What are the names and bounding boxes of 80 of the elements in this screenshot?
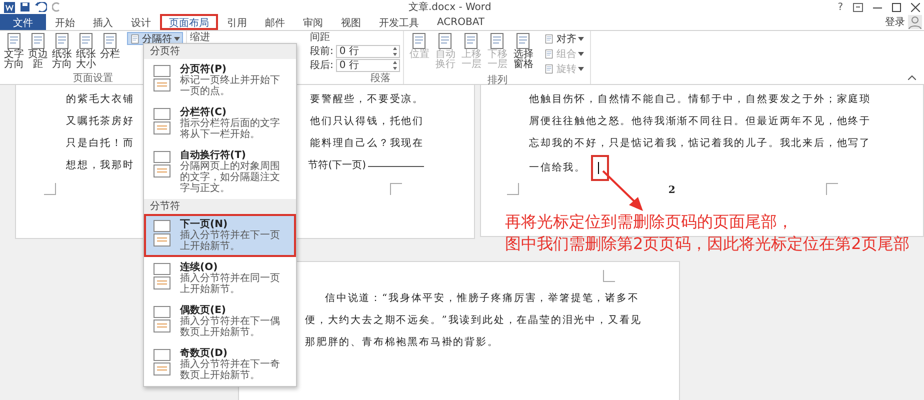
sign-in-link[interactable]: 登录 — [885, 15, 905, 29]
body-text: 能料理自己么？我现在 — [310, 136, 424, 151]
body-text: 他触目伤怀，自然情不能自己。情郁于中，自然要发之于外；家庭琐 — [529, 94, 871, 105]
ribbon-tab[interactable]: 文件 — [0, 14, 46, 30]
page-icon — [544, 48, 554, 58]
close-icon[interactable] — [911, 2, 920, 12]
pointer-arrow — [600, 169, 645, 213]
body-text: 那肥胖的、青布棉袍黑布马褂的背影。 — [305, 337, 499, 348]
ribbon-tab[interactable]: 页面布局 — [160, 14, 218, 30]
section-break-label: 节符(下一页) — [308, 158, 366, 173]
corner-mark — [603, 270, 615, 282]
menu-item[interactable]: 奇数页(D) 插入分节符并在下一奇数页上开始新节。 — [144, 343, 296, 386]
menu-item[interactable]: 分栏符(C) 指示分栏符后面的文字将从下一栏开始。 — [144, 102, 296, 145]
ribbon-tab[interactable]: 视图 — [332, 14, 370, 30]
menu-item[interactable]: 下一页(N) 插入分节符并在下一页上开始新节。 — [144, 214, 296, 257]
menu-section-header: 分页符 — [144, 44, 296, 59]
spacing-field[interactable]: 0 行 — [336, 59, 400, 72]
ribbon-button[interactable]: 分栏 — [99, 32, 121, 73]
ribbon-tab[interactable]: 开始 — [46, 14, 84, 30]
menu-item[interactable]: 偶数页(E) 插入分节符并在下一偶数页上开始新节。 — [144, 300, 296, 343]
ribbon-display-icon[interactable] — [853, 2, 863, 12]
ribbon-tab[interactable]: 邮件 — [256, 14, 294, 30]
ribbon-tab[interactable]: 插入 — [84, 14, 122, 30]
body-text: 又嘱托茶房好 — [66, 114, 134, 129]
caret-icon — [578, 52, 584, 56]
group-label: 段落 — [370, 73, 390, 84]
body-text: 忘却我的不好，只是惦记着我，惦记着我的儿子。我北来后，他写了 — [529, 138, 871, 149]
group-label: 排列 — [486, 75, 508, 86]
indent-label: 缩进 — [190, 32, 211, 44]
ribbon-tab[interactable]: 审阅 — [294, 14, 332, 30]
corner-mark — [44, 183, 56, 195]
body-text: 一信给我。 — [529, 162, 586, 174]
menu-item[interactable]: 连续(O) 插入分节符并在同一页上开始新节。 — [144, 257, 296, 300]
spinner-icon[interactable] — [393, 61, 398, 70]
body-text: 屑便往往触他之怒。他待我渐渐不同往日。但最近两年不见，他终于 — [529, 116, 871, 127]
annotation-text: 图中我们需删除第2页页码，因此将光标定位在第2页尾部 — [505, 233, 910, 255]
page-icon — [544, 34, 554, 44]
page-number: 2 — [668, 185, 677, 196]
ribbon-button[interactable]: 选择窗格 — [511, 32, 536, 75]
body-text: 信中说道：“我身体平安，惟膀子疼痛厉害，举箸提笔，诸多不 — [325, 293, 640, 304]
word-logo-icon[interactable] — [4, 2, 15, 12]
collapse-icon[interactable] — [908, 75, 916, 80]
ribbon-tab[interactable]: 开发工具 — [370, 14, 428, 30]
page-icon — [130, 34, 140, 44]
corner-mark — [507, 183, 519, 195]
caret-icon — [578, 36, 584, 40]
maximize-icon[interactable] — [892, 2, 901, 12]
spinner-icon[interactable] — [393, 47, 398, 56]
save-icon[interactable] — [20, 2, 30, 12]
spacing-label: 间距 — [310, 32, 331, 44]
group-label: 页面设置 — [72, 73, 114, 84]
body-text: 便，大约大去之期不远矣。”我读到此处，在晶莹的泪光中，又看见 — [305, 315, 642, 326]
annotation-text: 再将光标定位到需删除页码的页面尾部， — [505, 211, 794, 233]
menu-item[interactable]: 分页符(P) 标记一页终止并开始下一页的点。 — [144, 59, 296, 102]
ribbon-button[interactable]: 对齐 — [541, 32, 588, 45]
caret-icon — [174, 36, 180, 40]
caret-icon — [578, 66, 584, 70]
ribbon-tab[interactable]: 设计 — [122, 14, 160, 30]
ribbon-tab[interactable]: 引用 — [218, 14, 256, 30]
body-text: 要警醒些，不要受凉。 — [310, 92, 424, 107]
window-title: 文章.docx - Word — [407, 0, 492, 14]
ribbon-button[interactable]: 纸张大小 — [75, 32, 97, 73]
menu-item[interactable]: 自动换行符(T) 分隔网页上的对象周围的文字，如分隔题注文字与正文。 — [144, 145, 296, 199]
body-text: 只是白托！而 — [66, 136, 134, 151]
field-label: 段前: — [310, 46, 334, 57]
page-icon — [544, 64, 554, 74]
body-text: 的紫毛大衣铺 — [66, 92, 134, 107]
field-label: 段后: — [310, 60, 334, 71]
body-text: 想想，我那时 — [66, 158, 134, 173]
corner-mark — [826, 183, 838, 195]
undo-icon[interactable] — [35, 2, 47, 12]
ribbon-button[interactable]: 纸张方向 — [51, 32, 73, 73]
spacing-field[interactable]: 0 行 — [336, 45, 400, 58]
corner-mark — [390, 183, 402, 195]
ribbon-button[interactable]: 文字方向 — [3, 32, 25, 73]
ribbon-tab[interactable]: ACROBAT — [428, 14, 494, 30]
ribbon-button[interactable]: 页边距 — [27, 32, 49, 73]
help-button[interactable]: ? — [838, 2, 843, 12]
body-text: 他们只认得钱，托他们 — [310, 114, 424, 129]
menu-section-header: 分节符 — [144, 199, 296, 214]
